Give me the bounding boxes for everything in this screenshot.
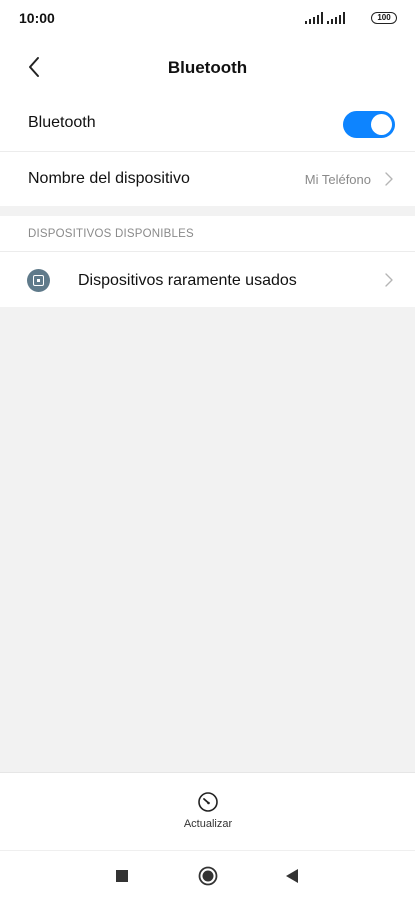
chevron-right-icon: [385, 172, 393, 186]
rarely-used-devices-label: Dispositivos raramente usados: [78, 272, 297, 289]
device-name-label: Nombre del dispositivo: [28, 170, 190, 187]
triangle-back-icon: [286, 869, 298, 883]
square-icon: [116, 870, 128, 882]
device-name-row[interactable]: Nombre del dispositivo Mi Teléfono: [0, 151, 415, 206]
chevron-right-icon: [385, 273, 393, 287]
battery-indicator: 100: [371, 12, 397, 24]
rarely-used-devices-item[interactable]: Dispositivos raramente usados: [0, 251, 415, 307]
bluetooth-row[interactable]: Bluetooth: [0, 96, 415, 151]
refresh-button[interactable]: Actualizar: [167, 787, 249, 841]
status-bar: 10:00 100: [0, 0, 415, 38]
status-time: 10:00: [19, 10, 55, 26]
home-button[interactable]: [193, 861, 223, 891]
bluetooth-toggle[interactable]: [343, 111, 395, 138]
header: Bluetooth: [0, 38, 415, 96]
screen: 10:00 100 Bluetooth Bluetooth Nombre del…: [0, 0, 415, 900]
toggle-knob: [371, 114, 392, 135]
signal-icon: [305, 12, 323, 24]
bluetooth-label: Bluetooth: [28, 114, 96, 131]
device-square-icon: [27, 269, 50, 292]
navigation-bar: [0, 850, 415, 900]
settings-group: Bluetooth Nombre del dispositivo Mi Telé…: [0, 96, 415, 206]
signal-icon: [327, 12, 345, 24]
refresh-gauge-icon: [198, 792, 218, 812]
refresh-label: Actualizar: [183, 818, 233, 830]
circle-icon: [198, 866, 218, 886]
available-devices-header: DISPOSITIVOS DISPONIBLES: [0, 216, 415, 251]
section-title: DISPOSITIVOS DISPONIBLES: [28, 228, 194, 240]
back-nav-button[interactable]: [278, 861, 308, 891]
page-title: Bluetooth: [167, 58, 248, 77]
device-name-value: Mi Teléfono: [304, 172, 371, 187]
action-bar: Actualizar: [0, 772, 415, 850]
recent-apps-button[interactable]: [107, 861, 137, 891]
